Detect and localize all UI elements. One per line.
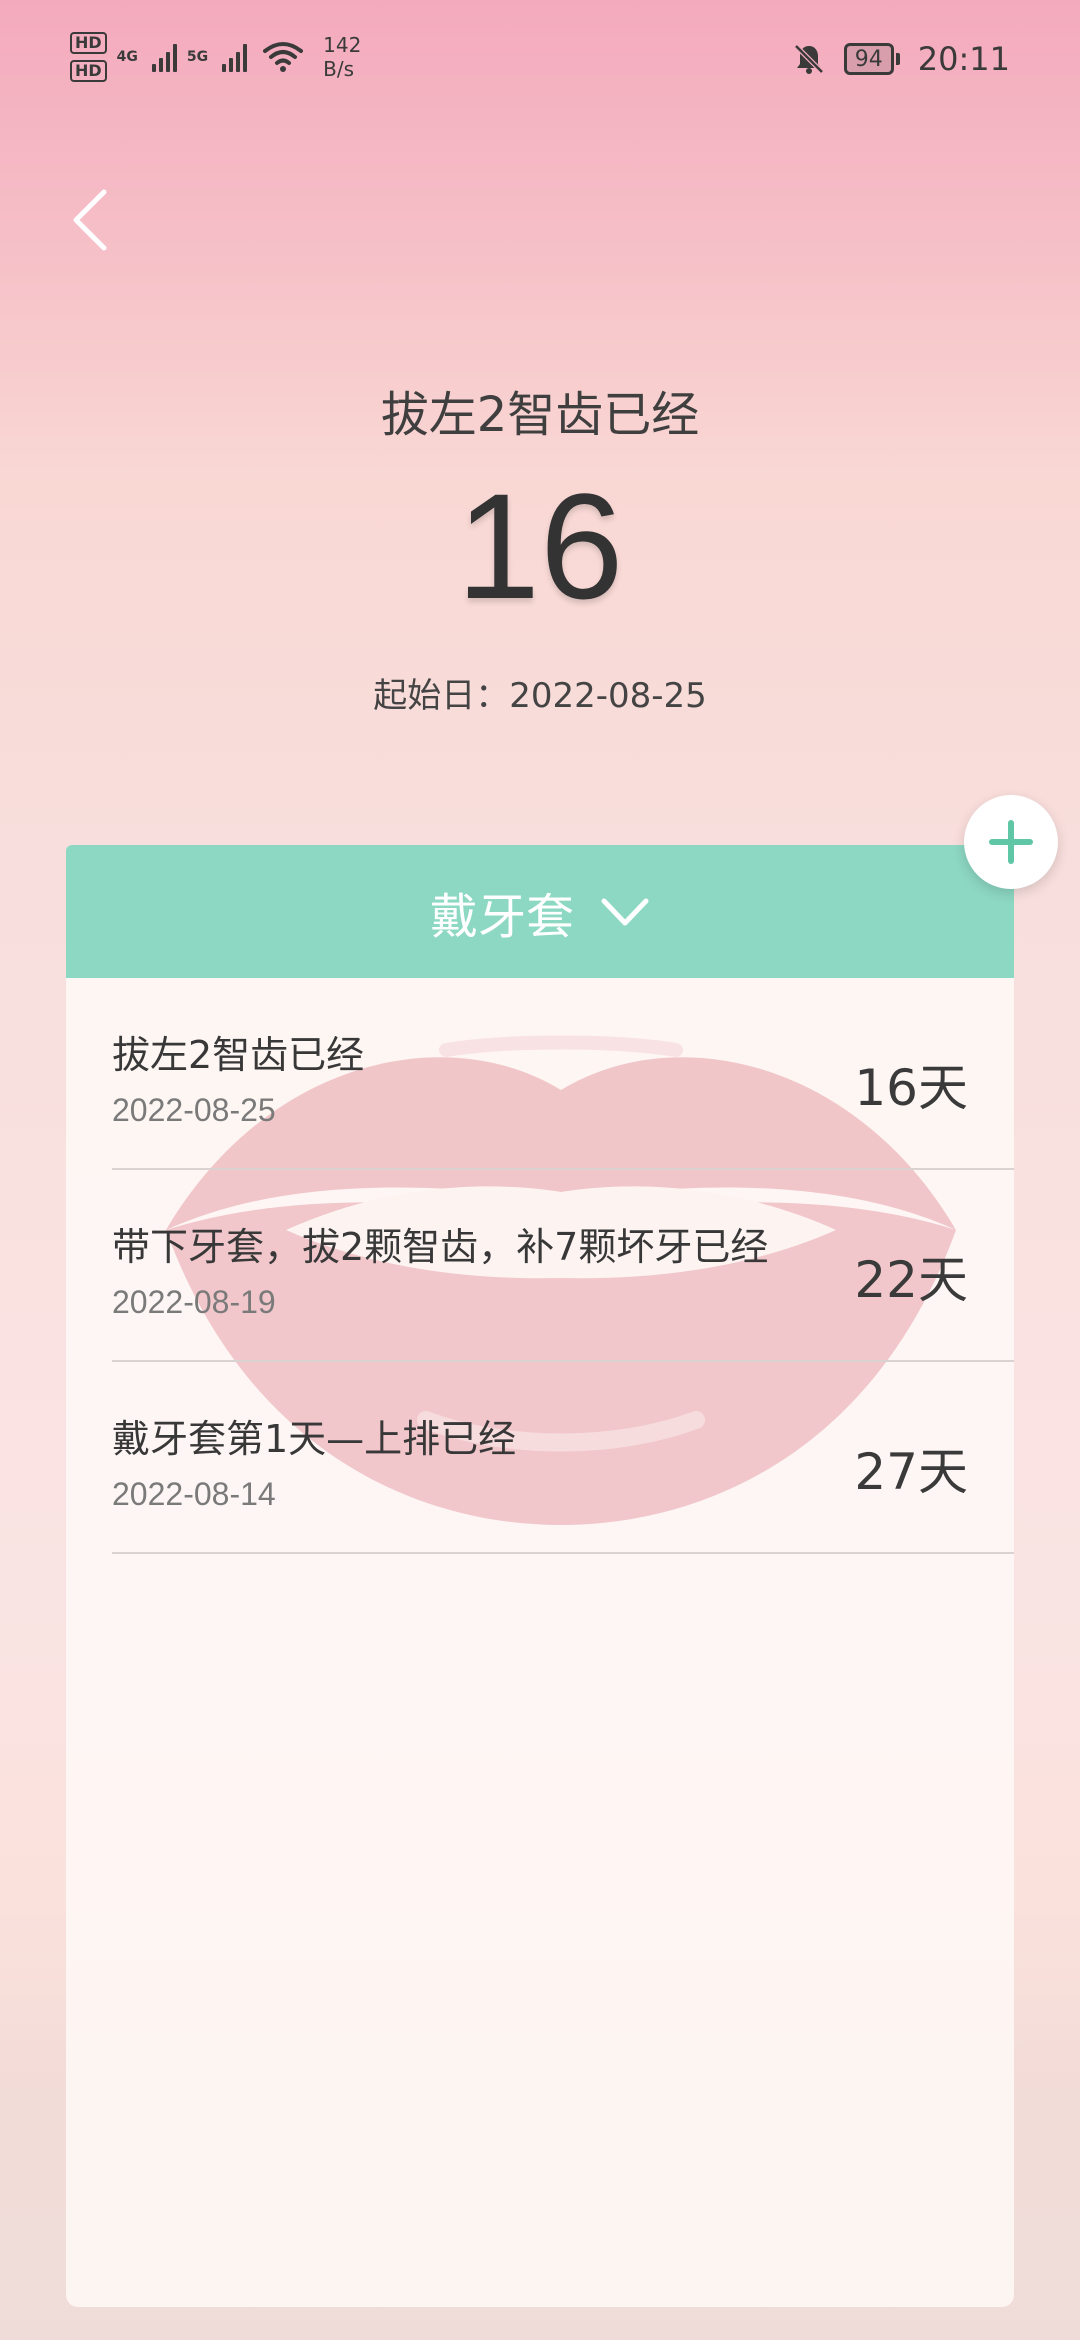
category-selector[interactable]: 戴牙套 (66, 845, 1014, 978)
hd-indicators: HD HD (70, 32, 107, 82)
status-right: 94 20:11 (792, 40, 1010, 78)
event-days: 22天 (854, 1251, 968, 1309)
event-date: 2022-08-19 (112, 1284, 276, 1320)
event-list: 拔左2智齿已经 2022-08-25 16天 带下牙套，拔2颗智齿，补7颗坏牙已… (66, 978, 1014, 1554)
start-date-value: 2022-08-25 (509, 676, 707, 716)
event-title: 戴牙套第1天—上排已经 (112, 1417, 517, 1461)
countdown-title: 拔左2智齿已经 (380, 387, 700, 443)
chevron-left-icon (73, 189, 107, 251)
event-list-card: 戴牙套 拔左2智齿已经 2022-08-25 16天 带下牙套，拔2颗智齿，补7… (66, 845, 1014, 2307)
status-left: HD HD 4G 5G 142 B/s (70, 32, 361, 82)
sim2-network-type: 5G (186, 49, 209, 65)
event-title: 拔左2智齿已经 (112, 1033, 365, 1077)
event-date: 2022-08-25 (112, 1092, 276, 1128)
add-event-button[interactable] (964, 795, 1058, 889)
battery-level: 94 (843, 43, 894, 75)
event-title: 带下牙套，拔2颗智齿，补7颗坏牙已经 (112, 1225, 769, 1269)
category-label: 戴牙套 (429, 888, 574, 945)
start-date-line: 起始日：2022-08-25 (0, 668, 1080, 717)
speed-value: 142 (323, 33, 362, 57)
sim1-network-type: 4G (116, 49, 138, 65)
wifi-icon (263, 42, 304, 72)
hd1-badge: HD (70, 32, 107, 54)
sim1-signal-icon (151, 42, 177, 72)
plus-icon (989, 820, 1033, 864)
status-bar: HD HD 4G 5G 142 B/s 94 20:11 (0, 0, 1080, 120)
event-date: 2022-08-14 (112, 1476, 276, 1512)
event-days: 16天 (854, 1059, 968, 1117)
battery-icon: 94 (843, 43, 900, 75)
event-row-1[interactable]: 拔左2智齿已经 2022-08-25 16天 (112, 978, 1014, 1170)
event-row-3[interactable]: 戴牙套第1天—上排已经 2022-08-14 27天 (112, 1362, 1014, 1554)
network-speed: 142 B/s (323, 33, 361, 81)
start-date-label: 起始日： (373, 676, 510, 716)
days-count: 16 (456, 462, 624, 630)
hd2-badge: HD (70, 60, 107, 82)
clock: 20:11 (917, 40, 1010, 78)
event-days: 27天 (854, 1443, 968, 1501)
speed-unit: B/s (323, 57, 355, 81)
bell-muted-icon (794, 44, 824, 74)
event-row-2[interactable]: 带下牙套，拔2颗智齿，补7颗坏牙已经 2022-08-19 22天 (112, 1170, 1014, 1362)
sim2-signal-icon (222, 42, 248, 72)
battery-tip (895, 53, 900, 65)
chevron-down-icon (601, 898, 649, 925)
back-button[interactable] (60, 180, 120, 260)
